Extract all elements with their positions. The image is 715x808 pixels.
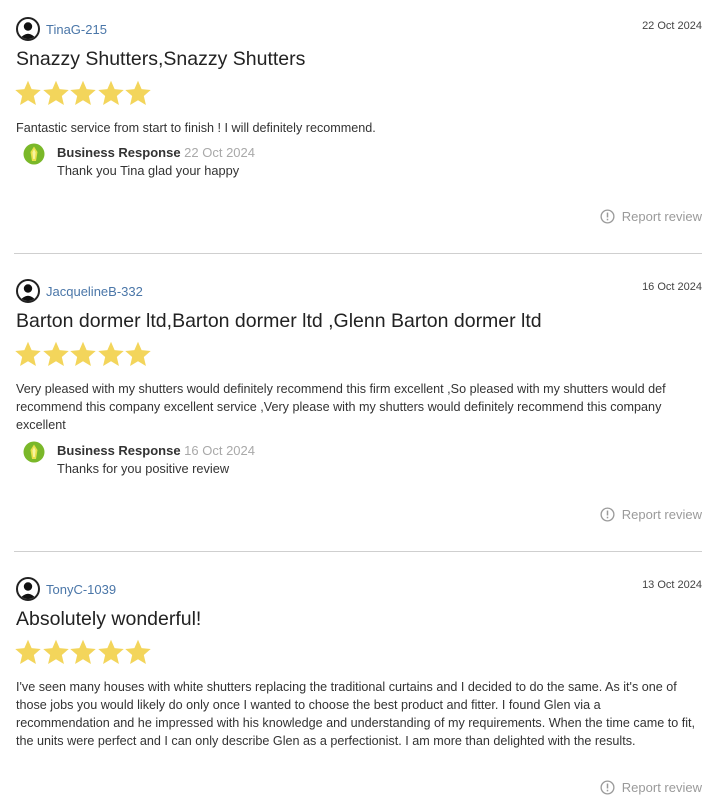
review-date: 13 Oct 2024 <box>642 579 702 591</box>
star-rating <box>14 638 152 666</box>
review-divider <box>14 551 702 552</box>
reviewer-username[interactable]: TinaG-215 <box>46 22 107 37</box>
business-logo-icon <box>23 143 45 165</box>
star-icon <box>70 639 96 665</box>
review-date: 22 Oct 2024 <box>642 20 702 32</box>
report-review-label: Report review <box>621 507 702 522</box>
star-rating <box>14 79 152 107</box>
report-review-button[interactable]: Report review <box>600 209 702 224</box>
exclamation-circle-icon <box>600 507 615 522</box>
review-title: Barton dormer ltd,Barton dormer ltd ,Gle… <box>16 310 542 332</box>
business-response-date: 16 Oct 2024 <box>184 443 255 458</box>
business-response-label: Business Response <box>57 145 181 160</box>
business-logo-icon <box>23 441 45 463</box>
star-icon <box>97 341 124 367</box>
star-icon <box>125 341 151 367</box>
report-review-button[interactable]: Report review <box>600 507 702 522</box>
star-icon <box>42 341 69 367</box>
exclamation-circle-icon <box>600 780 615 795</box>
review-title: Absolutely wonderful! <box>16 608 202 630</box>
user-avatar-icon <box>16 17 40 41</box>
report-review-label: Report review <box>621 209 702 224</box>
reviewer-username[interactable]: JacquelineB-332 <box>46 284 143 299</box>
star-icon <box>97 80 124 106</box>
star-icon <box>42 639 69 665</box>
business-response-text: Thanks for you positive review <box>57 461 230 476</box>
star-icon <box>15 80 41 106</box>
business-response-label: Business Response <box>57 443 181 458</box>
star-icon <box>15 341 41 367</box>
star-icon <box>70 341 96 367</box>
star-icon <box>125 639 151 665</box>
exclamation-circle-icon <box>600 209 615 224</box>
report-review-label: Report review <box>621 780 702 795</box>
business-response-text: Thank you Tina glad your happy <box>57 163 240 178</box>
star-rating <box>14 340 152 368</box>
report-review-button[interactable]: Report review <box>600 780 702 795</box>
star-icon <box>15 639 41 665</box>
review-title: Snazzy Shutters,Snazzy Shutters <box>16 48 306 70</box>
review-body: Very pleased with my shutters would defi… <box>16 382 666 432</box>
user-avatar-icon <box>16 577 40 601</box>
review-body: I've seen many houses with white shutter… <box>16 680 696 748</box>
star-icon <box>97 639 124 665</box>
business-response-header: Business Response 22 Oct 2024 <box>57 144 255 162</box>
user-avatar-icon <box>16 279 40 303</box>
review-date: 16 Oct 2024 <box>642 281 702 293</box>
business-response-date: 22 Oct 2024 <box>184 145 255 160</box>
review-divider <box>14 253 702 254</box>
star-icon <box>70 80 96 106</box>
reviewer-username[interactable]: TonyC-1039 <box>46 582 116 597</box>
business-response-header: Business Response 16 Oct 2024 <box>57 442 255 460</box>
review-body: Fantastic service from start to finish !… <box>16 121 376 135</box>
star-icon <box>42 80 69 106</box>
star-icon <box>125 80 151 106</box>
